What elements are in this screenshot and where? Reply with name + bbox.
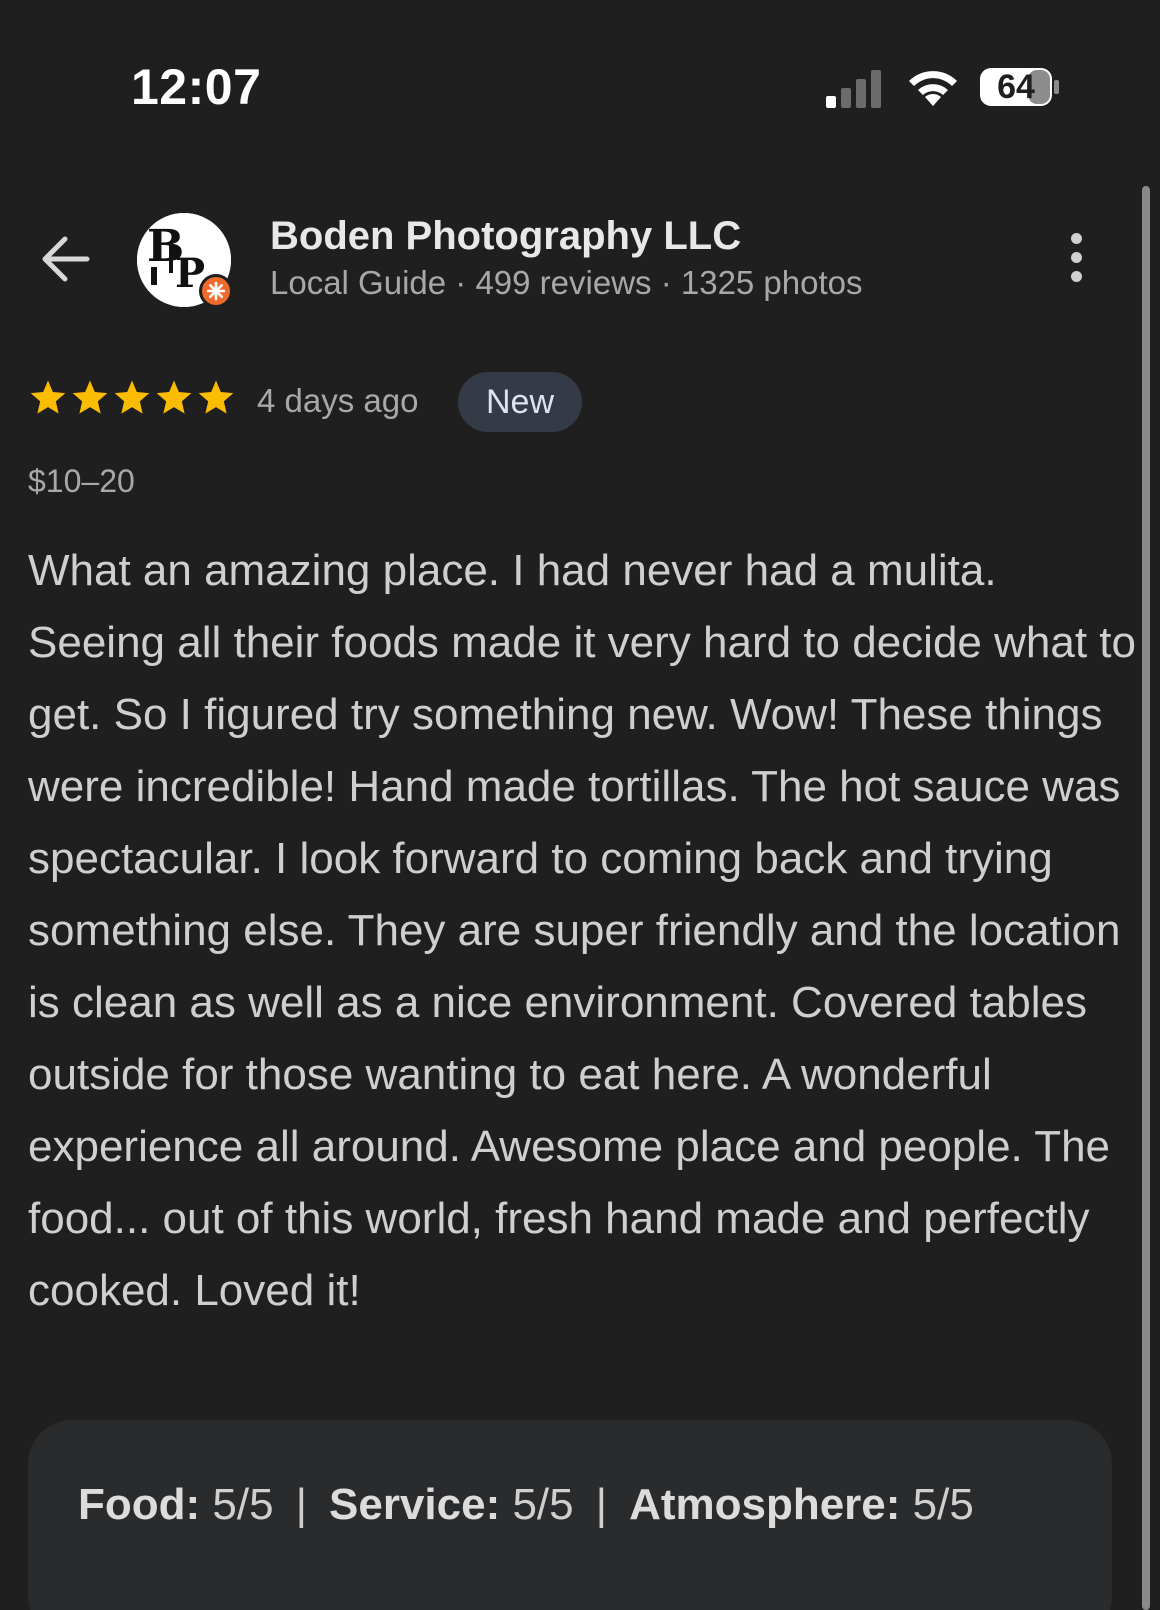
status-time: 12:07: [131, 59, 262, 115]
star-icon: [198, 380, 234, 414]
scrollbar[interactable]: [1142, 186, 1150, 1610]
star-icon: [156, 380, 192, 414]
attribute-item: Atmosphere: 5/5: [629, 1480, 974, 1529]
reviewer-meta: Local Guide · 499 reviews · 1325 photos: [270, 264, 863, 301]
ratings-breakdown: Food: 5/5 | Service: 5/5 | Atmosphere: 5/5: [78, 1480, 974, 1530]
review-header: B P Boden Photography LLC Local Guide · …: [0, 200, 1160, 320]
star-icon: [30, 380, 66, 414]
attribute-separator: |: [595, 1480, 608, 1529]
star-rating: [28, 378, 236, 422]
star-icon: [72, 380, 108, 414]
price-range: $10–20: [28, 463, 135, 499]
attribute-label: Atmosphere:: [629, 1480, 901, 1529]
attribute-label: Service:: [329, 1480, 501, 1529]
ratings-breakdown-card: Food: 5/5 | Service: 5/5 | Atmosphere: 5/5: [28, 1420, 1112, 1610]
reviewer-name[interactable]: Boden Photography LLC: [270, 214, 741, 259]
attribute-value: 5/5: [200, 1480, 274, 1529]
rating-row: 4 days ago New: [28, 372, 1128, 432]
local-guide-badge-icon: [199, 274, 233, 308]
more-vert-icon: [1070, 232, 1082, 244]
attribute-value: 5/5: [900, 1480, 974, 1529]
new-badge: New: [458, 372, 582, 432]
review-text: What an amazing place. I had never had a…: [28, 546, 1136, 1315]
battery-level: 64: [997, 67, 1035, 106]
status-bar: 12:07 64: [0, 0, 1160, 170]
attribute-item: Food: 5/5: [78, 1480, 274, 1529]
back-button[interactable]: [36, 230, 94, 288]
arrow-back-icon: [42, 236, 90, 282]
attribute-value: 5/5: [500, 1480, 574, 1529]
cellular-signal-icon: [826, 70, 881, 108]
attribute-separator: |: [295, 1480, 307, 1529]
attribute-label: Food:: [78, 1480, 201, 1529]
attribute-item: Service: 5/5: [329, 1480, 574, 1529]
review-date: 4 days ago: [257, 382, 419, 419]
star-icon: [114, 380, 150, 414]
wifi-icon: [909, 71, 957, 106]
more-options-button[interactable]: [1056, 222, 1096, 292]
